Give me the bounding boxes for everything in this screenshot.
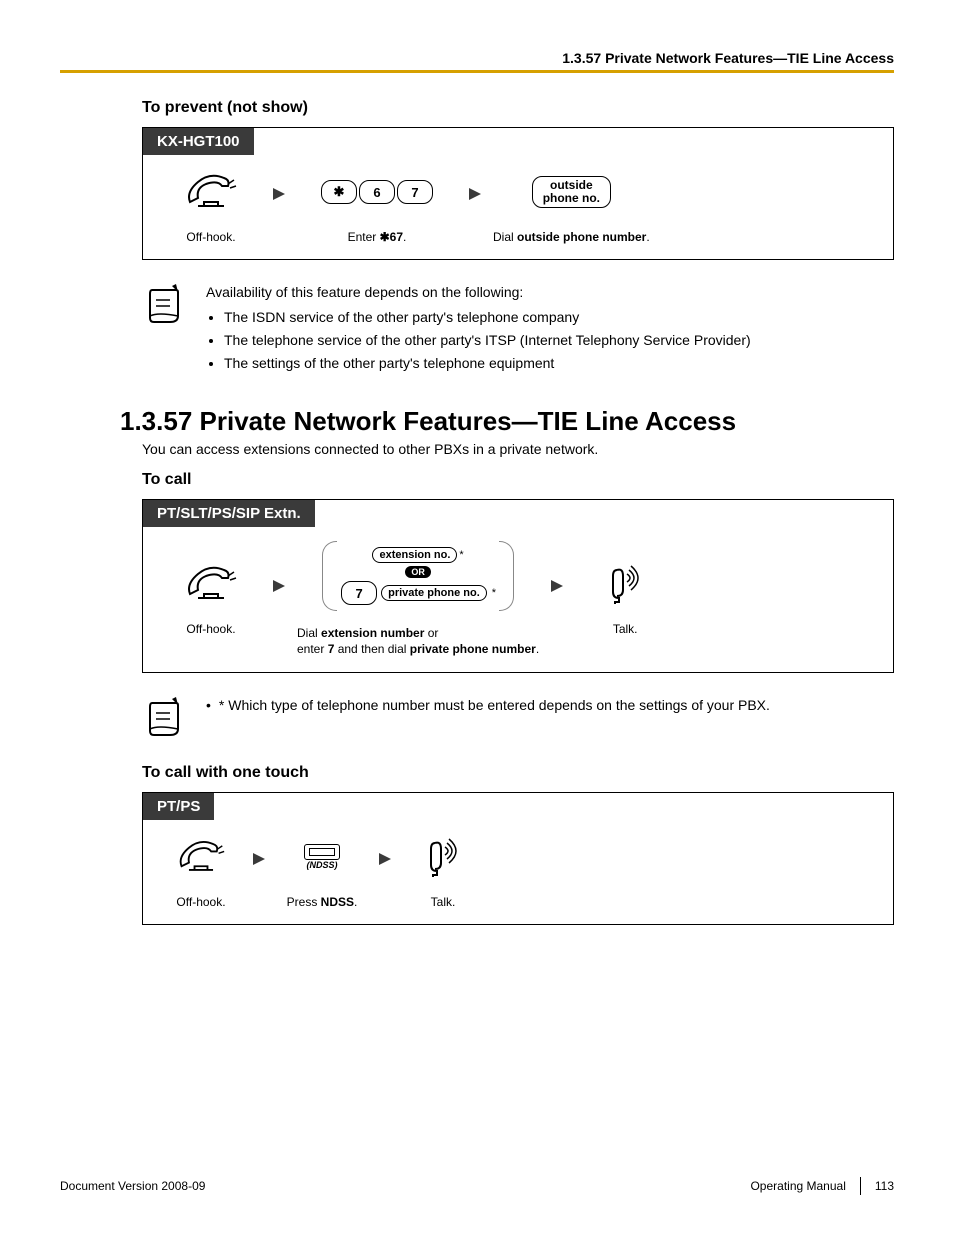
step-talk-label: Talk. (613, 621, 638, 637)
proc-tab-prevent: KX-HGT100 (143, 128, 254, 155)
section-title-prevent: To prevent (not show) (142, 99, 894, 117)
step-talk-label: Talk. (431, 894, 456, 910)
ndss-button-icon: (NDSS) (304, 844, 340, 870)
step-dial-outside-label: Dial outside phone number. (493, 229, 650, 245)
talk-icon (421, 837, 465, 877)
key-7: 7 (341, 581, 377, 605)
step-enter-code: ✱ 6 7 Enter ✱67. (297, 169, 457, 245)
bullet-dot: • (206, 695, 211, 716)
step-offhook-label: Off-hook. (186, 621, 235, 637)
section-title-call: To call (142, 471, 894, 489)
pill-extension-no: extension no. (372, 547, 457, 563)
step-enter-code-label: Enter ✱67. (348, 229, 407, 245)
footer-manual-label: Operating Manual (750, 1179, 845, 1193)
key-6: 6 (359, 180, 395, 204)
handset-icon (176, 838, 226, 876)
section-title-onetouch: To call with one touch (142, 764, 894, 782)
handset-icon (184, 172, 238, 212)
note-pbx-text: * Which type of telephone number must be… (219, 695, 770, 716)
note-bullet: The settings of the other party's teleph… (224, 353, 894, 374)
step-ndss-label: Press NDSS. (287, 894, 358, 910)
step-talk: Talk. (575, 561, 675, 637)
step-offhook: Off-hook. (161, 834, 241, 910)
step-dial-label: Dial extension number or enter 7 and the… (297, 625, 539, 657)
note-pbx: • * Which type of telephone number must … (142, 695, 894, 744)
note-bullet: The ISDN service of the other party's te… (224, 307, 894, 328)
key-star: ✱ (321, 180, 357, 204)
step-offhook: Off-hook. (161, 169, 261, 245)
page-footer: Document Version 2008-09 Operating Manua… (60, 1177, 894, 1195)
note-intro: Availability of this feature depends on … (206, 282, 894, 303)
step-ndss: (NDSS) Press NDSS. (277, 834, 367, 910)
note-icon (142, 282, 188, 328)
arrow-icon (271, 578, 287, 594)
header-breadcrumb: 1.3.57 Private Network Features—TIE Line… (60, 50, 894, 66)
arrow-icon (549, 578, 565, 594)
section-intro: You can access extensions connected to o… (142, 441, 894, 457)
or-badge: OR (405, 566, 431, 578)
footer-divider (860, 1177, 861, 1195)
footer-page-number: 113 (875, 1179, 894, 1193)
note-bullet: The telephone service of the other party… (224, 330, 894, 351)
arrow-icon (271, 186, 287, 202)
pill-outside: outside phone no. (532, 176, 611, 208)
step-talk: Talk. (403, 834, 483, 910)
step-offhook-label: Off-hook. (186, 229, 235, 245)
proc-tab-onetouch: PT/PS (143, 793, 214, 820)
procedure-prevent: KX-HGT100 Off-hook. ✱ 6 (142, 127, 894, 260)
pill-private-no: private phone no. (381, 585, 487, 601)
footer-left: Document Version 2008-09 (60, 1179, 205, 1193)
procedure-call: PT/SLT/PS/SIP Extn. Off-hook. (142, 499, 894, 672)
proc-tab-call: PT/SLT/PS/SIP Extn. (143, 500, 315, 527)
step-offhook-label: Off-hook. (176, 894, 225, 910)
step-dial-ext-or-priv: extension no.* OR 7 private phone no.* D… (297, 541, 539, 657)
header-rule (60, 70, 894, 73)
procedure-onetouch: PT/PS Off-hook. ( (142, 792, 894, 925)
bracket-group: extension no.* OR 7 private phone no.* (322, 541, 514, 611)
handset-icon (184, 564, 238, 604)
note-icon (142, 695, 188, 741)
step-dial-outside: outside phone no. Dial outside phone num… (493, 169, 650, 245)
arrow-icon (251, 851, 267, 867)
arrow-icon (467, 186, 483, 202)
note-availability: Availability of this feature depends on … (142, 282, 894, 376)
key-7: 7 (397, 180, 433, 204)
step-offhook: Off-hook. (161, 561, 261, 637)
talk-icon (603, 564, 647, 604)
section-heading: 1.3.57 Private Network Features—TIE Line… (120, 406, 894, 437)
arrow-icon (377, 851, 393, 867)
